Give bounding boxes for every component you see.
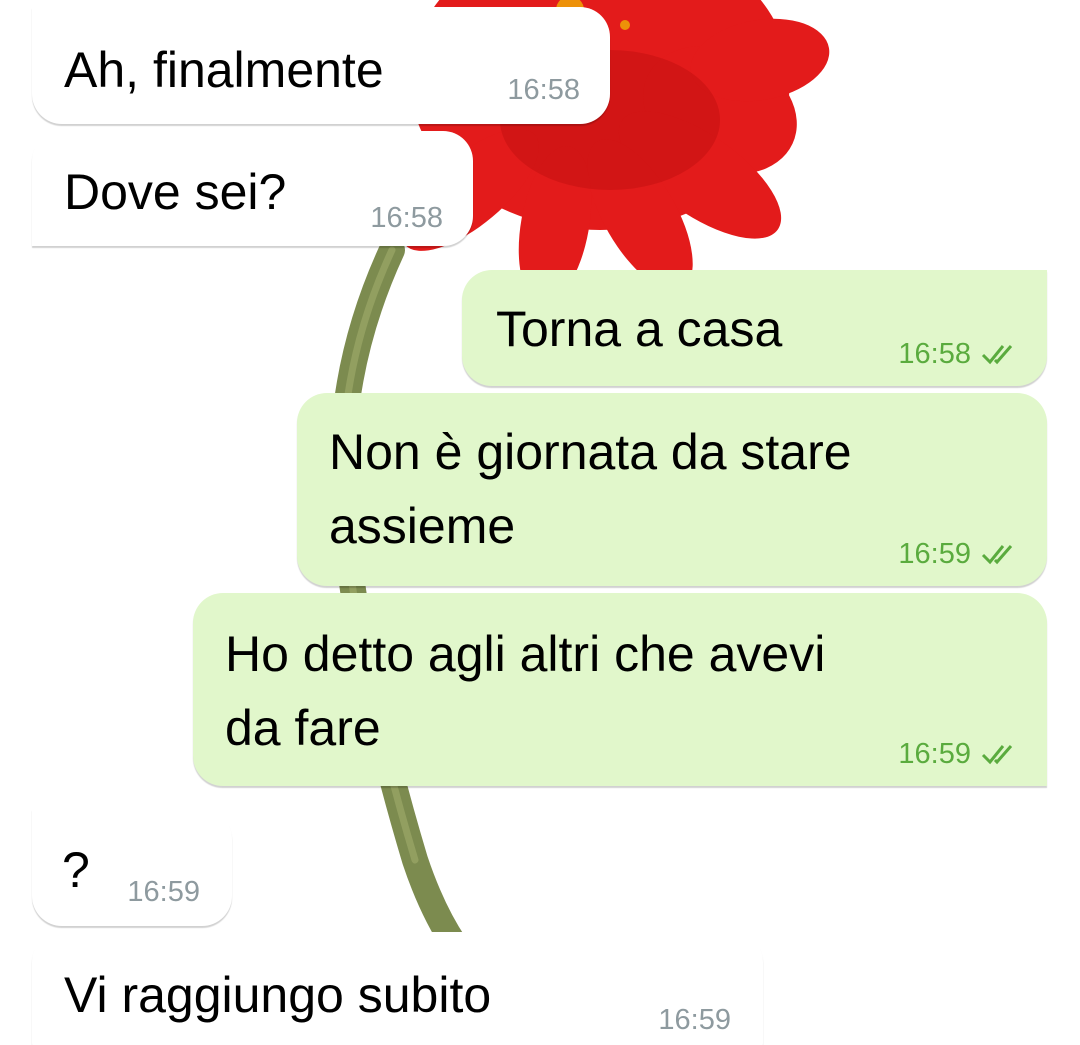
message-text: Torna a casa [496,301,783,357]
message-text: Dove sei? [64,164,287,220]
message-meta: 16:59 [898,538,1023,570]
message-time: 16:59 [898,538,971,570]
message-bubble-outgoing[interactable]: Non è giornata da stare assieme 16:59 [297,393,1047,586]
message-bubble-incoming[interactable]: Dove sei? 16:58 [32,131,473,246]
message-bubble-incoming[interactable]: Vi raggiungo subito 16:59 [32,932,763,1045]
message-text: Ah, finalmente [64,42,384,98]
message-time: 16:59 [898,738,971,770]
message-meta: 16:59 [898,738,1023,770]
message-bubble-outgoing[interactable]: Torna a casa 16:58 [462,270,1047,386]
message-time: 16:58 [898,338,971,370]
double-check-icon [981,345,1013,365]
message-time: 16:58 [507,74,580,106]
message-meta: 16:58 [898,338,1023,370]
message-time: 16:59 [127,876,200,908]
message-bubble-incoming[interactable]: ? 16:59 [32,809,232,926]
message-text: Vi raggiungo subito [64,967,492,1023]
message-bubble-outgoing[interactable]: Ho detto agli altri che avevi da fare 16… [193,593,1047,786]
double-check-icon [981,745,1013,765]
message-time: 16:58 [370,202,443,234]
message-text-line: assieme [329,498,516,554]
chat-view[interactable]: Ah, finalmente 16:58 Dove sei? 16:58 Tor… [0,0,1080,1045]
double-check-icon [981,545,1013,565]
message-bubble-incoming[interactable]: Ah, finalmente 16:58 [32,7,610,124]
message-text-line: Non è giornata da stare [329,424,852,480]
message-text-line: da fare [225,700,381,756]
message-time: 16:59 [658,1004,731,1036]
message-text: ? [62,842,90,898]
message-text-line: Ho detto agli altri che avevi [225,626,826,682]
